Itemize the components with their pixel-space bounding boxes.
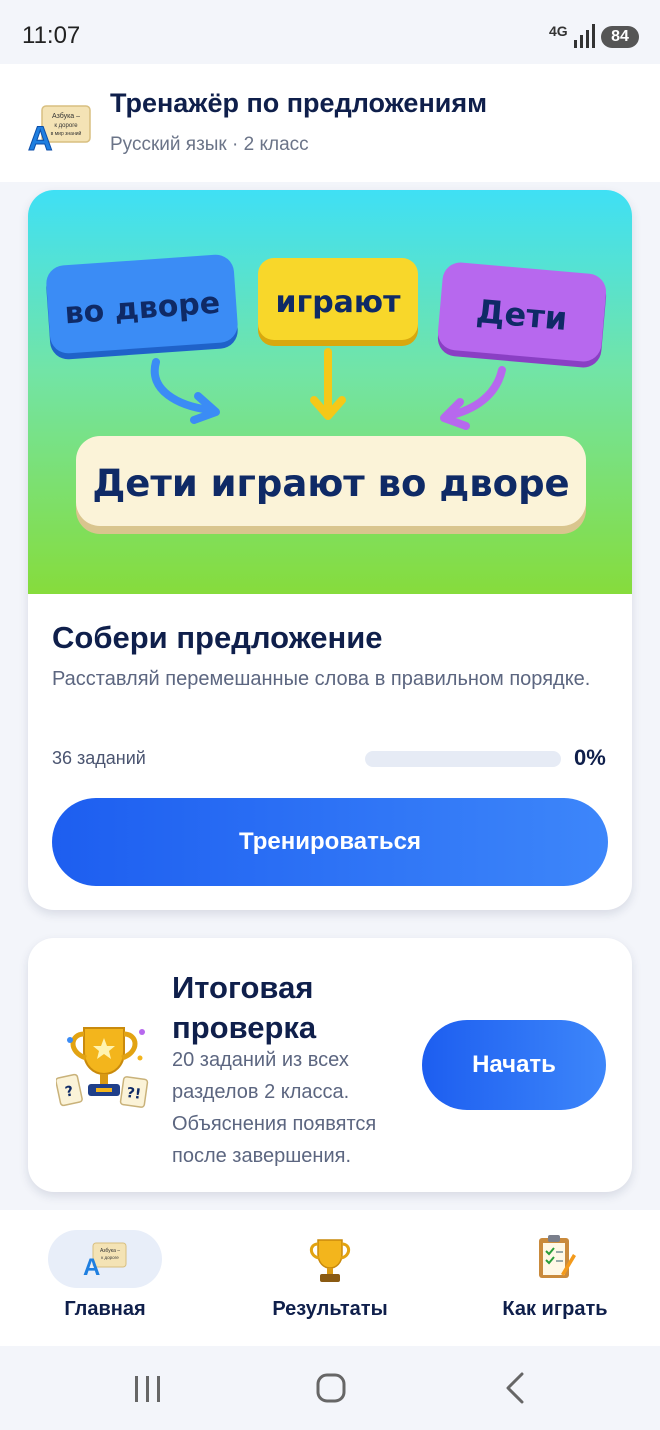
network-type: 4G bbox=[549, 23, 568, 39]
system-nav-bar bbox=[0, 1346, 660, 1430]
nav-home-label: Главная bbox=[64, 1298, 146, 1320]
nav-results-label: Результаты bbox=[272, 1298, 388, 1320]
final-check-title: Итоговая проверка bbox=[172, 970, 317, 1045]
nav-home-pill: Азбука – к дороге А bbox=[48, 1230, 162, 1288]
sentence-bar: Дети играют во дворе bbox=[76, 436, 586, 534]
final-check-description: 20 заданий из всех разделов 2 класса. Об… bbox=[172, 1049, 377, 1167]
back-icon[interactable] bbox=[470, 1346, 560, 1430]
word-tile-yellow: играют bbox=[258, 258, 418, 346]
recent-apps-icon[interactable] bbox=[102, 1346, 192, 1430]
svg-text:А: А bbox=[28, 120, 53, 154]
svg-text:Азбука –: Азбука – bbox=[52, 112, 80, 120]
status-bar: 11:07 4G 84 bbox=[0, 0, 660, 64]
abc-book-icon: Азбука – к дороге А bbox=[83, 1242, 127, 1277]
app-logo: Азбука – к дороге в мир знаний А bbox=[28, 105, 91, 154]
final-check-card[interactable]: ? ?! Итоговая проверка 20 заданий из все… bbox=[28, 938, 632, 1192]
train-button[interactable]: Тренироваться bbox=[52, 798, 608, 886]
status-time: 11:07 bbox=[22, 22, 81, 49]
battery-indicator: 84 bbox=[601, 26, 639, 48]
svg-text:к дороге: к дороге bbox=[54, 123, 78, 129]
trophy-icon bbox=[309, 1239, 351, 1282]
start-button[interactable]: Начать bbox=[422, 1020, 606, 1110]
svg-text:?!: ?! bbox=[125, 1085, 142, 1103]
svg-text:к дороге: к дороге bbox=[101, 1255, 119, 1260]
svg-text:в мир знаний: в мир знаний bbox=[51, 130, 82, 137]
nav-item-home[interactable]: Азбука – к дороге А Главная bbox=[30, 1210, 180, 1346]
svg-text:Азбука –: Азбука – bbox=[100, 1248, 120, 1254]
page-title: Тренажёр по предложениям bbox=[110, 88, 488, 118]
sentence-builder-card[interactable]: во дворе играют Дети Дети играют во двор… bbox=[28, 190, 632, 910]
nav-item-how-to-play[interactable]: Как играть bbox=[480, 1210, 630, 1346]
nav-how-label: Как играть bbox=[502, 1298, 608, 1320]
sentence-bar-text: Дети играют во дворе bbox=[92, 462, 569, 505]
tasks-count: 36 заданий bbox=[52, 748, 146, 768]
nav-item-results[interactable]: Результаты bbox=[255, 1210, 405, 1346]
hero-illustration: во дворе играют Дети Дети играют во двор… bbox=[28, 190, 632, 594]
app-header: Азбука – к дороге в мир знаний А Тренажё… bbox=[0, 64, 660, 182]
signal-icon bbox=[574, 24, 595, 48]
home-icon[interactable] bbox=[286, 1346, 376, 1430]
card-description: Расставляй перемешанные слова в правильн… bbox=[52, 668, 591, 690]
bottom-nav: Азбука – к дороге А Главная Результаты К… bbox=[0, 1210, 660, 1346]
word-tile-blue: во дворе bbox=[46, 254, 238, 360]
page-subtitle: Русский язык · 2 класс bbox=[110, 134, 309, 155]
word-tile-purple-text: Дети bbox=[475, 292, 569, 338]
trophy-icon: ? ?! bbox=[56, 1027, 149, 1108]
card-title: Собери предложение bbox=[52, 620, 383, 655]
clipboard-icon bbox=[539, 1235, 576, 1278]
svg-text:А: А bbox=[83, 1254, 100, 1277]
word-tile-purple: Дети bbox=[437, 262, 607, 368]
progress-bar bbox=[365, 751, 561, 767]
word-tile-yellow-text: играют bbox=[276, 285, 402, 320]
progress-percent: 0% bbox=[574, 745, 606, 770]
